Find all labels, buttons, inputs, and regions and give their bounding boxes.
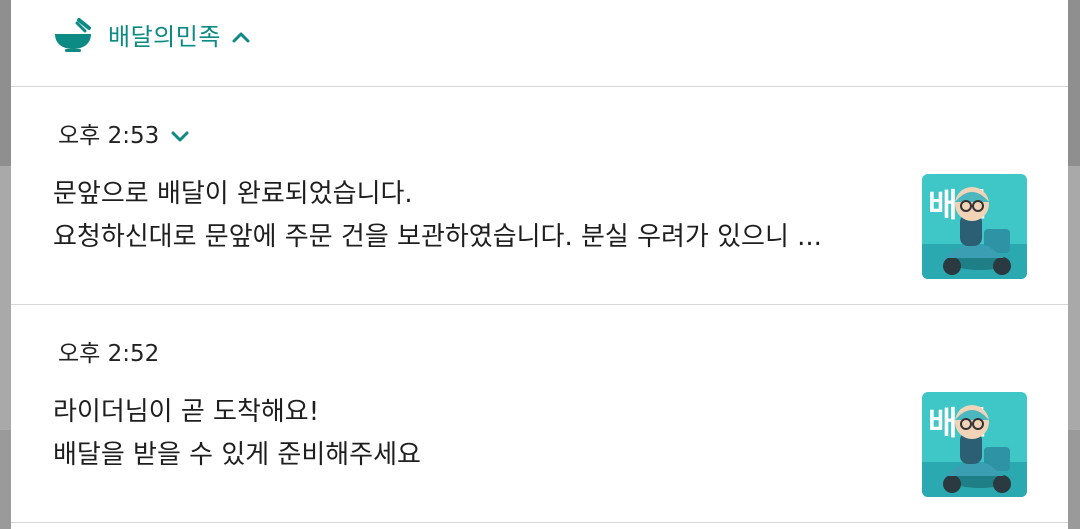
backdrop-shade xyxy=(1068,430,1080,529)
notification-group-header[interactable]: 배달의민족 xyxy=(11,0,1068,87)
backdrop-shade xyxy=(0,166,11,430)
backdrop-shade xyxy=(1068,0,1080,166)
bowl-with-spoon-icon xyxy=(53,18,93,54)
backdrop-shade xyxy=(0,430,11,529)
notification-item[interactable]: 오후 2:53 문앞으로 배달이 완료되었습니다. 요청하신대로 문앞에 주문 … xyxy=(11,87,1068,305)
rider-thumbnail: 배민 xyxy=(922,392,1027,497)
chevron-down-icon[interactable] xyxy=(169,127,191,147)
notification-item[interactable]: 오후 2:52 라이더님이 곧 도착해요! 배달을 받을 수 있게 준비해주세요… xyxy=(11,305,1068,523)
rider-thumbnail: 배민 xyxy=(922,174,1027,279)
app-name: 배달의민족 xyxy=(108,23,221,51)
notification-body: 요청하신대로 문앞에 주문 건을 보관하였습니다. 분실 우려가 있으니 ... xyxy=(53,222,822,252)
chevron-up-icon[interactable] xyxy=(229,26,253,50)
notification-title: 문앞으로 배달이 완료되었습니다. xyxy=(53,179,413,209)
notification-time: 오후 2:52 xyxy=(58,341,160,367)
notification-title: 라이더님이 곧 도착해요! xyxy=(53,397,320,427)
backdrop-shade xyxy=(1068,166,1080,430)
backdrop-shade xyxy=(0,0,11,166)
notification-time: 오후 2:53 xyxy=(58,123,160,149)
notification-body: 배달을 받을 수 있게 준비해주세요 xyxy=(53,440,421,470)
notification-group: 배달의민족 오후 2:53 문앞으로 배달이 완료되었습니다. 요청하신대로 문… xyxy=(11,0,1068,529)
